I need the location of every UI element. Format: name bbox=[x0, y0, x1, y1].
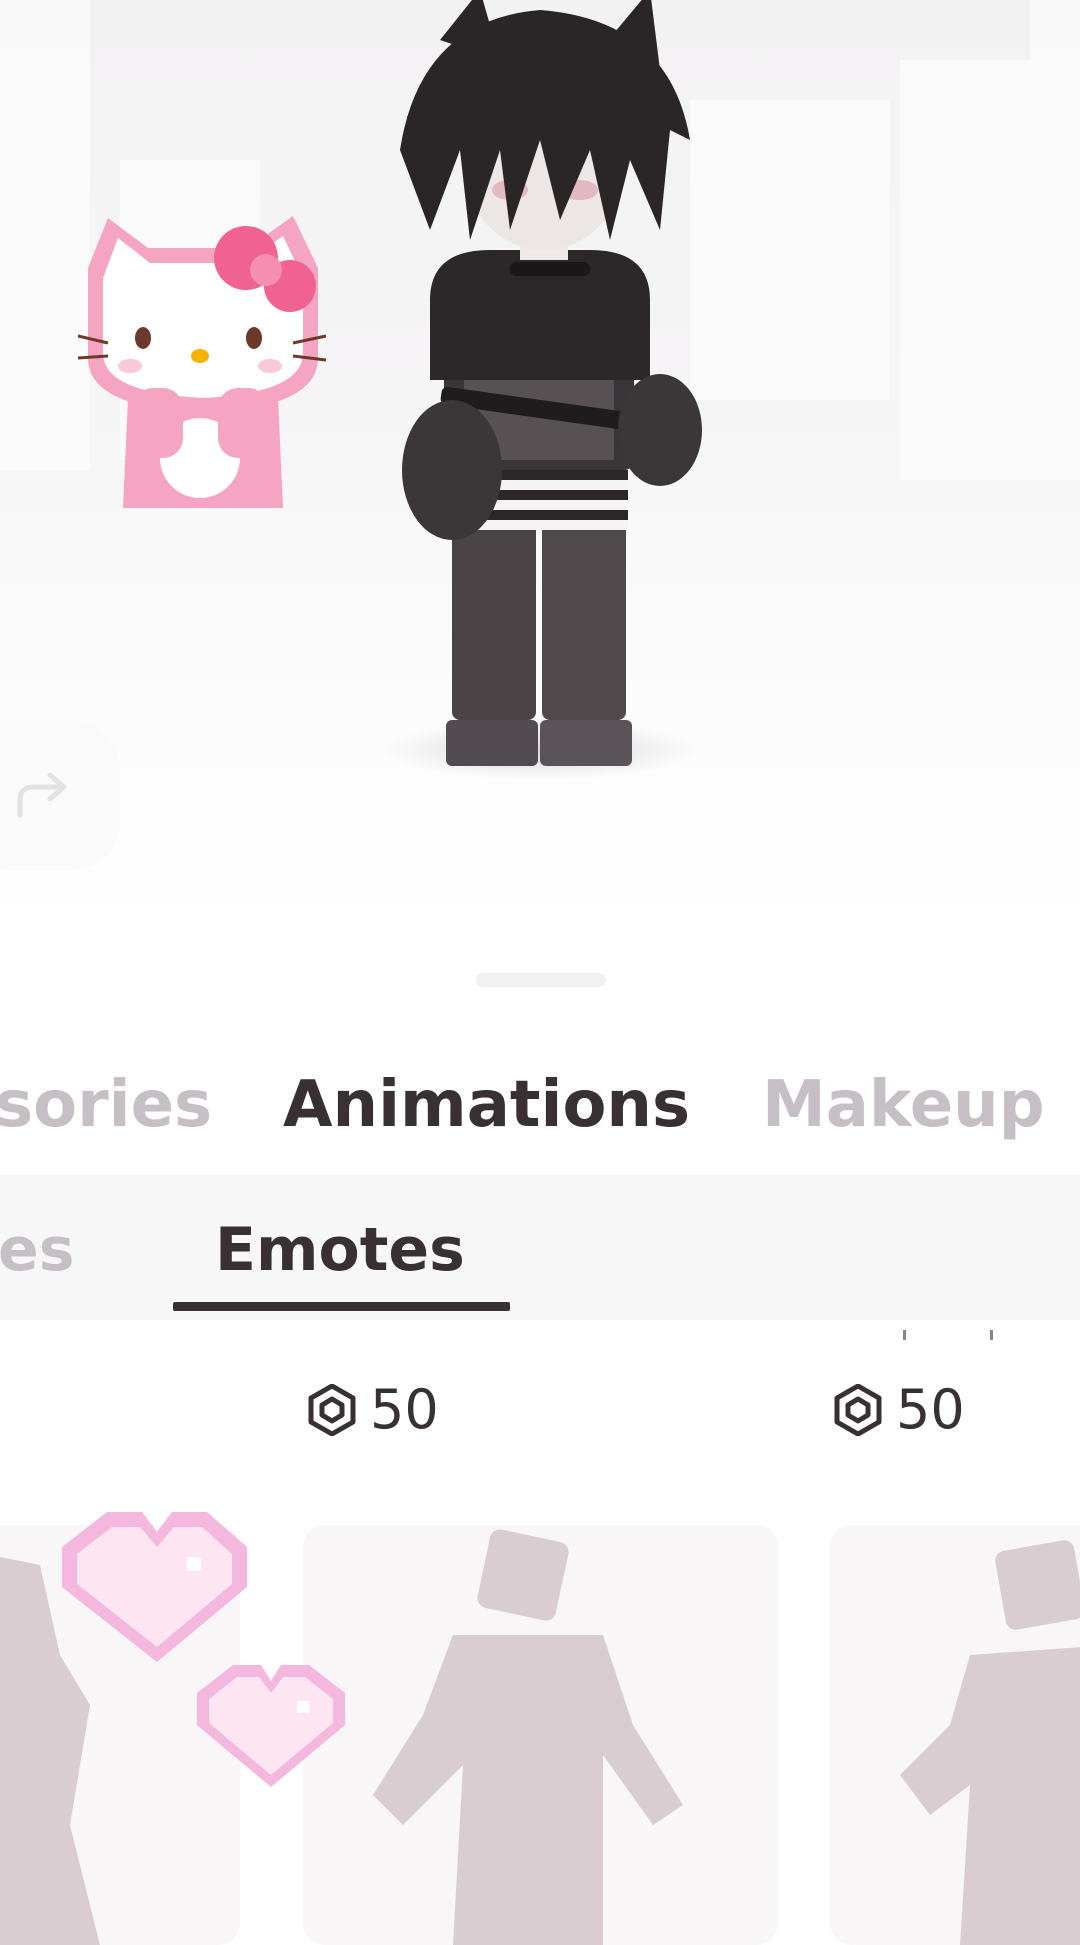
emote-card[interactable] bbox=[830, 1525, 1080, 1945]
item-price: 50 bbox=[306, 1375, 439, 1445]
active-subtab-indicator bbox=[173, 1302, 510, 1311]
divider-tick bbox=[903, 1330, 906, 1340]
divider-tick bbox=[990, 1330, 993, 1340]
avatar-model[interactable] bbox=[360, 0, 720, 780]
pixel-heart-sticker bbox=[197, 1665, 345, 1787]
emote-silhouette bbox=[900, 1540, 1080, 1945]
subtab-emotes[interactable]: Emotes bbox=[215, 1215, 465, 1285]
price-amount: 50 bbox=[370, 1378, 439, 1441]
emote-silhouette bbox=[373, 1529, 683, 1945]
emote-card[interactable] bbox=[303, 1525, 778, 1945]
subtab-previous[interactable]: es bbox=[0, 1215, 74, 1285]
pixel-heart-sticker bbox=[62, 1512, 247, 1662]
price-amount: 50 bbox=[896, 1378, 965, 1441]
subcategory-tabs: es Emotes bbox=[0, 1175, 1080, 1320]
tab-makeup[interactable]: Makeup bbox=[762, 1065, 1045, 1145]
kitty-sticker bbox=[78, 216, 327, 508]
tab-animations[interactable]: Animations bbox=[283, 1065, 690, 1145]
redo-button[interactable] bbox=[0, 720, 120, 870]
sheet-drag-handle[interactable] bbox=[476, 973, 606, 987]
robux-icon bbox=[834, 1384, 882, 1436]
tab-accessories[interactable]: sories bbox=[0, 1065, 212, 1145]
item-price: 50 bbox=[832, 1375, 965, 1445]
catalog-sheet: sories Animations Makeup es Emotes 50 50 bbox=[0, 930, 1080, 1945]
redo-arrow-icon bbox=[17, 772, 67, 818]
avatar-preview-viewport[interactable] bbox=[0, 0, 1080, 930]
robux-icon bbox=[308, 1384, 356, 1436]
